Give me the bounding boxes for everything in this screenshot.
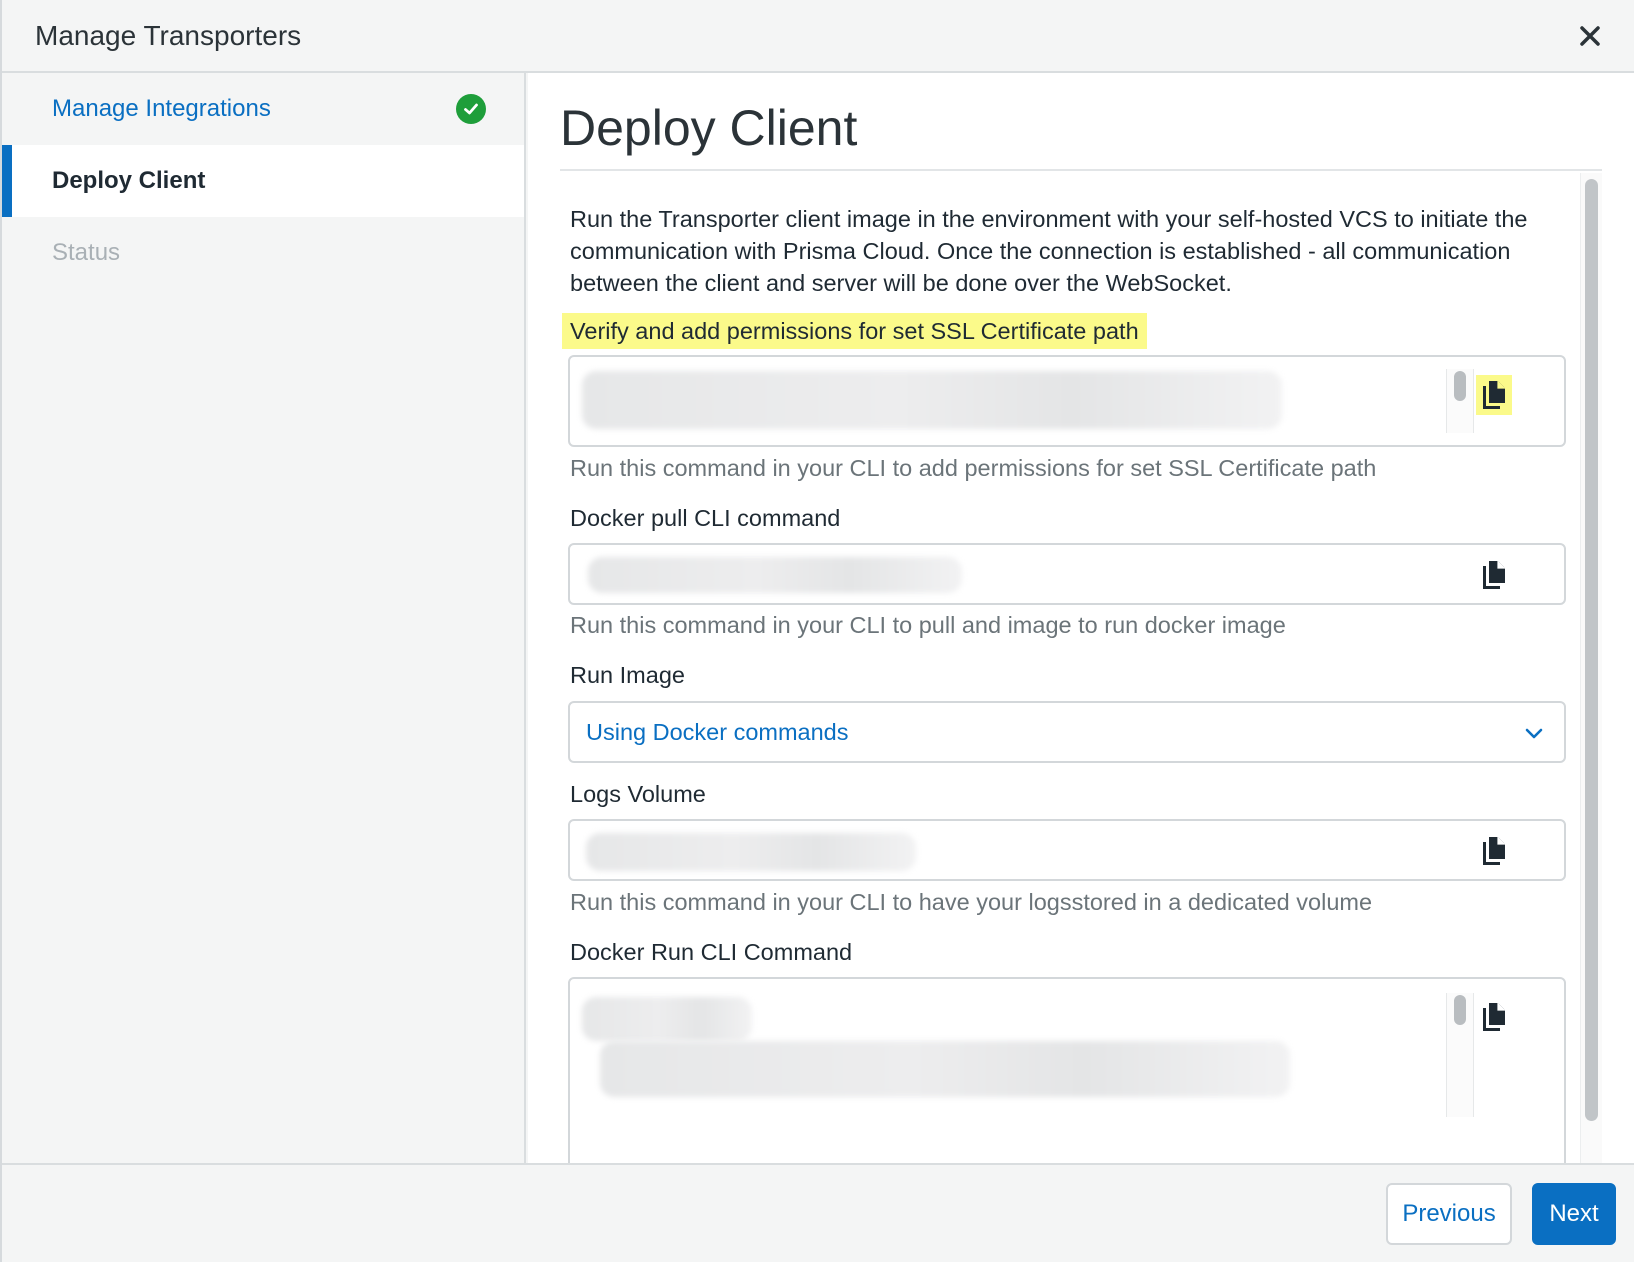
scrollbar-thumb[interactable] [1454,995,1466,1025]
redacted-command [582,997,752,1041]
logs-volume-command-box[interactable] [568,819,1566,881]
modal-header: Manage Transporters [2,0,1634,73]
close-icon [1580,26,1600,46]
sidebar-item-label: Deploy Client [52,167,206,194]
redacted-command [588,557,962,593]
chevron-down-icon [1525,728,1543,739]
ssl-helper-text: Run this command in your CLI to add perm… [570,455,1377,481]
next-button[interactable]: Next [1532,1183,1616,1245]
page-title: Deploy Client [560,100,858,156]
run-image-label: Run Image [570,662,685,688]
modal-footer: Previous Next [2,1163,1634,1262]
manage-transporters-modal: Manage Transporters Manage Integrations … [0,0,1634,1262]
sidebar-item-deploy-client[interactable]: Deploy Client [2,145,524,217]
close-button[interactable] [1572,18,1608,54]
content-scroll-area[interactable]: Run the Transporter client image in the … [560,171,1602,1163]
copy-icon [1483,1003,1505,1031]
copy-logs-volume-button[interactable] [1476,831,1512,871]
copy-icon [1483,837,1505,865]
logs-volume-helper-text: Run this command in your CLI to have you… [570,889,1373,915]
sidebar-item-label: Manage Integrations [52,95,271,122]
docker-run-label: Docker Run CLI Command [570,939,853,965]
ssl-permissions-label: Verify and add permissions for set SSL C… [562,313,1147,349]
check-circle-icon [456,94,486,124]
copy-icon [1483,381,1505,409]
docker-run-box-scrollbar[interactable] [1446,993,1474,1117]
sidebar-item-label: Status [52,239,121,266]
previous-button[interactable]: Previous [1386,1183,1512,1245]
redacted-command [600,1041,1290,1097]
content-scrollbar-thumb[interactable] [1585,179,1598,1121]
run-image-selected-value: Using Docker commands [586,718,849,745]
docker-pull-label: Docker pull CLI command [570,505,841,531]
logs-volume-label: Logs Volume [570,781,706,807]
content-panel: Deploy Client Run the Transporter client… [528,73,1634,1163]
ssl-box-scrollbar[interactable] [1446,369,1474,433]
run-image-select[interactable]: Using Docker commands [568,701,1566,763]
docker-pull-command-box[interactable] [568,543,1566,605]
redacted-command [586,833,916,871]
docker-run-command-box[interactable] [568,977,1566,1163]
copy-docker-run-button[interactable] [1476,997,1512,1037]
copy-icon [1483,561,1505,589]
modal-title: Manage Transporters [35,20,302,51]
description-text: Run the Transporter client image in the … [570,206,1528,296]
docker-pull-helper-text: Run this command in your CLI to pull and… [570,612,1286,638]
wizard-sidebar: Manage Integrations Deploy Client Status [2,73,526,1163]
copy-ssl-button[interactable] [1476,375,1512,415]
copy-docker-pull-button[interactable] [1476,555,1512,595]
sidebar-item-manage-integrations[interactable]: Manage Integrations [2,73,524,145]
ssl-command-box[interactable] [568,355,1566,447]
redacted-command [582,371,1282,429]
scrollbar-thumb[interactable] [1454,371,1466,401]
sidebar-item-status: Status [2,217,524,289]
